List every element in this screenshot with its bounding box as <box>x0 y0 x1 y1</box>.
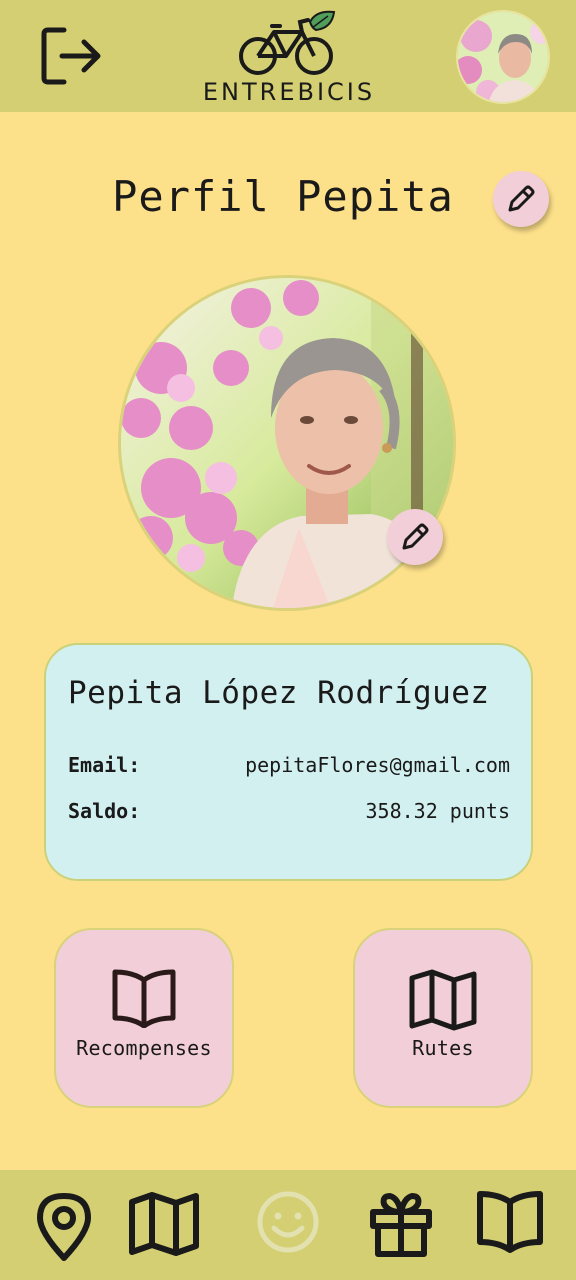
map-icon <box>409 969 477 1031</box>
routes-label: Rutes <box>412 1036 474 1060</box>
user-avatar[interactable] <box>456 10 550 104</box>
rewards-button[interactable]: Recompenses <box>54 928 234 1108</box>
saldo-label: Saldo: <box>68 799 141 823</box>
app-logo: ENTREBICIS <box>196 8 382 108</box>
open-book-icon <box>112 969 176 1028</box>
smiley-icon <box>257 1191 319 1253</box>
email-value: pepitaFlores@gmail.com <box>245 753 510 777</box>
map-icon <box>129 1192 199 1256</box>
bottom-nav <box>0 1170 576 1280</box>
edit-profile-button[interactable] <box>493 171 549 227</box>
gift-icon <box>370 1193 432 1257</box>
nav-profile[interactable] <box>256 1190 320 1258</box>
logout-button[interactable] <box>36 24 106 88</box>
top-bar: ENTREBICIS <box>0 0 576 112</box>
avatar-photo <box>458 12 548 102</box>
page-title: Perfil Pepita <box>112 172 454 221</box>
nav-book[interactable] <box>476 1190 544 1258</box>
email-row: Email: pepitaFlores@gmail.com <box>68 753 510 777</box>
pencil-icon <box>508 185 535 212</box>
routes-button[interactable]: Rutes <box>353 928 533 1108</box>
pencil-icon <box>402 523 429 550</box>
full-name: Pepita López Rodríguez <box>68 675 490 711</box>
saldo-row: Saldo: 358.32 punts <box>68 799 510 823</box>
nav-location[interactable] <box>34 1190 94 1266</box>
logout-icon <box>41 27 101 85</box>
email-label: Email: <box>68 753 141 777</box>
edit-photo-button[interactable] <box>387 509 443 565</box>
book-icon <box>477 1191 543 1253</box>
brand-name: ENTREBICIS <box>202 78 376 106</box>
location-pin-icon <box>37 1193 91 1261</box>
rewards-label: Recompenses <box>76 1036 212 1060</box>
saldo-value: 358.32 punts <box>365 799 511 823</box>
nav-map[interactable] <box>128 1190 200 1262</box>
bicycle-leaf-icon <box>239 10 336 75</box>
profile-info-card: Pepita López Rodríguez Email: pepitaFlor… <box>44 643 533 881</box>
nav-gift[interactable] <box>368 1190 434 1262</box>
